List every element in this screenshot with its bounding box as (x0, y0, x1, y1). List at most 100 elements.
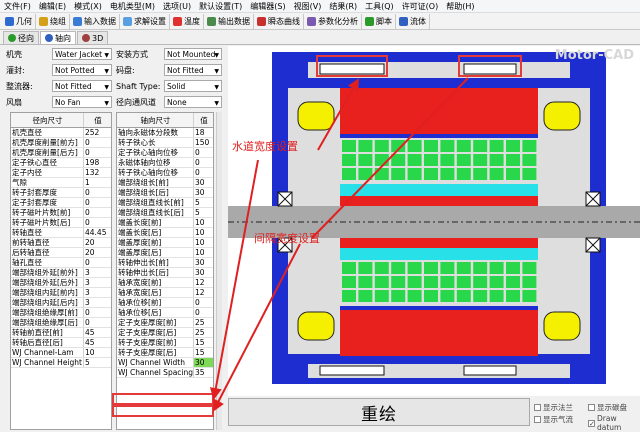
checkbox-draw-datum[interactable]: ✓ Draw datum (588, 414, 640, 432)
left-panel-scrollbar[interactable] (216, 112, 222, 430)
row-value[interactable]: 30 (193, 258, 213, 267)
housing-select[interactable]: Water Jacket ▼ (52, 48, 112, 60)
row-value[interactable]: 15 (193, 348, 213, 357)
row-value[interactable]: 0 (83, 308, 111, 317)
row-value[interactable]: 0 (83, 198, 111, 207)
commutator-select[interactable]: Not Fitted ▼ (52, 80, 112, 92)
row-value[interactable]: 25 (193, 328, 213, 337)
table-row: 端部绕组长[前] 30 (117, 178, 213, 188)
menu-item[interactable]: 文件(F) (0, 1, 35, 12)
menu-item[interactable]: 帮助(H) (442, 1, 478, 12)
row-value[interactable]: 0 (83, 148, 111, 157)
toolbar-button[interactable]: 脚本 (362, 13, 396, 29)
menu-item[interactable]: 选项(U) (159, 1, 195, 12)
menu-item[interactable]: 电机类型(M) (106, 1, 159, 12)
toolbar-button[interactable]: 温度 (170, 13, 204, 29)
redraw-button[interactable]: 重绘 (228, 398, 530, 426)
toolbar-button[interactable]: 参数化分析 (304, 13, 362, 29)
row-value[interactable]: 0 (83, 258, 111, 267)
mount-select[interactable]: Not Mounted ▼ (164, 48, 222, 60)
row-label: WJ Channel Width (118, 358, 185, 367)
fan-select[interactable]: No Fan ▼ (52, 96, 112, 108)
row-value[interactable]: 20 (83, 238, 111, 247)
toolbar-button-label: 瞬态曲线 (268, 16, 300, 26)
checkbox-show-flange[interactable]: 显示法兰 (534, 402, 573, 413)
row-value[interactable]: 45 (83, 338, 111, 347)
row-value[interactable]: 12 (193, 288, 213, 297)
row-value[interactable]: 5 (83, 358, 111, 367)
stator-slot (407, 140, 422, 152)
menu-item[interactable]: 结果(R) (325, 1, 361, 12)
toolbar-button[interactable]: 输出数据 (204, 13, 254, 29)
row-value[interactable]: 132 (83, 168, 111, 177)
stator-slot (489, 168, 504, 180)
row-value[interactable]: 10 (193, 228, 213, 237)
toolbar-button[interactable]: 流体 (396, 13, 430, 29)
row-value[interactable]: 0 (193, 148, 213, 157)
row-value[interactable]: 198 (83, 158, 111, 167)
row-value[interactable]: 10 (83, 348, 111, 357)
row-value[interactable]: 0 (193, 158, 213, 167)
row-value[interactable]: 0 (193, 308, 213, 317)
row-value[interactable]: 0 (83, 188, 111, 197)
row-value[interactable]: 150 (193, 138, 213, 147)
table-row: 转子铁心长 150 (117, 138, 213, 148)
menu-item[interactable]: 许可证(O) (398, 1, 443, 12)
row-value[interactable]: 3 (83, 268, 111, 277)
row-value[interactable]: 30 (193, 358, 213, 367)
row-value[interactable]: 20 (83, 248, 111, 257)
row-value[interactable]: 10 (193, 238, 213, 247)
row-value[interactable]: 30 (193, 268, 213, 277)
toolbar-button[interactable]: 瞬态曲线 (254, 13, 304, 29)
menu-item[interactable]: 编辑(E) (35, 1, 70, 12)
table-row: 定子铁心轴向位移 0 (117, 148, 213, 158)
row-value[interactable]: 10 (193, 248, 213, 257)
menu-item[interactable]: 工具(Q) (361, 1, 398, 12)
checkbox-show-carbon[interactable]: 显示碳盘 (588, 402, 627, 413)
menu-item[interactable]: 默认设置(T) (195, 1, 246, 12)
row-value[interactable]: 12 (193, 278, 213, 287)
row-value[interactable]: 15 (193, 338, 213, 347)
axial-view-canvas[interactable]: Motor-CAD (228, 46, 640, 396)
row-value[interactable]: 30 (193, 178, 213, 187)
menu-item[interactable]: 模式(X) (70, 1, 106, 12)
row-value[interactable]: 25 (193, 318, 213, 327)
potting-select[interactable]: Not Potted ▼ (52, 64, 112, 76)
toolbar-button[interactable]: 输入数据 (70, 13, 120, 29)
tab-3d[interactable]: 3D (77, 31, 109, 44)
row-value[interactable]: 0 (193, 168, 213, 177)
row-value[interactable]: 30 (193, 188, 213, 197)
row-value[interactable]: 252 (83, 128, 111, 137)
vent-select[interactable]: None ▼ (164, 96, 222, 108)
row-value[interactable]: 0 (83, 208, 111, 217)
row-value[interactable]: 0 (83, 318, 111, 327)
row-value[interactable]: 0 (83, 138, 111, 147)
chevron-down-icon: ▼ (214, 100, 219, 107)
row-value[interactable]: 5 (193, 198, 213, 207)
menu-item[interactable]: 视图(V) (290, 1, 326, 12)
toolbar-button[interactable]: 求解设置 (120, 13, 170, 29)
row-value[interactable]: 3 (83, 288, 111, 297)
encoder-select[interactable]: Not Fitted ▼ (164, 64, 222, 76)
row-value[interactable]: 45 (83, 328, 111, 337)
row-value[interactable]: 44.45 (83, 228, 111, 237)
row-value[interactable]: 35 (193, 368, 213, 377)
row-label: 定子支座厚度[前] (118, 318, 177, 327)
row-value[interactable]: 0 (193, 298, 213, 307)
row-value[interactable]: 0 (83, 218, 111, 227)
row-value[interactable]: 5 (193, 208, 213, 217)
row-value[interactable]: 10 (193, 218, 213, 227)
row-value[interactable]: 1 (83, 178, 111, 187)
row-value[interactable]: 18 (193, 128, 213, 137)
toolbar-button[interactable]: 绕组 (36, 13, 70, 29)
winding-icon (39, 16, 48, 26)
row-value[interactable]: 3 (83, 278, 111, 287)
toolbar-button[interactable]: 几何 (2, 13, 36, 29)
tab-axial[interactable]: 轴向 (40, 31, 76, 44)
checkbox-show-airflow[interactable]: 显示气流 (534, 414, 573, 425)
shaft-type-select[interactable]: Solid ▼ (164, 80, 222, 92)
tab-radial[interactable]: 径向 (3, 31, 39, 44)
row-value[interactable]: 3 (83, 298, 111, 307)
menu-item[interactable]: 编辑器(S) (246, 1, 289, 12)
row-label: 端盖长度[前] (118, 218, 162, 227)
